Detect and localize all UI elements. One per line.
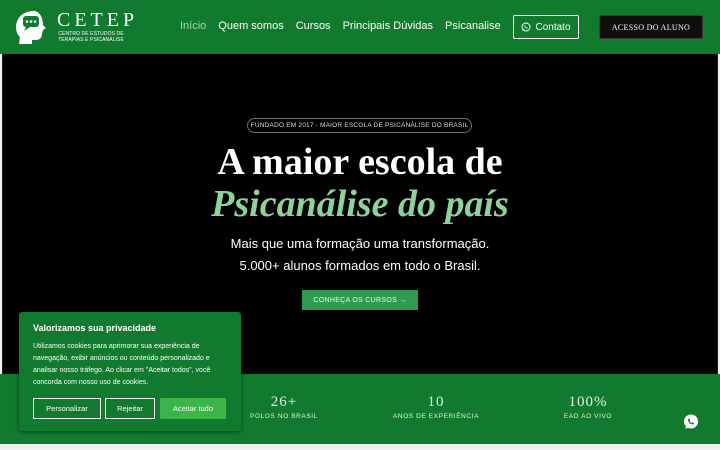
hero-lead-2: 5.000+ alunos formados em todo o Brasil. bbox=[239, 258, 481, 273]
stat-label: EAD AO VIVO bbox=[563, 413, 613, 420]
founded-badge: FUNDADO EM 2017 · MAIOR ESCOLA DE PSICAN… bbox=[247, 118, 472, 133]
whatsapp-icon bbox=[522, 22, 531, 32]
cookie-title: Valorizamos sua privacidade bbox=[33, 323, 157, 333]
cookie-reject-button[interactable]: Rejeitar bbox=[105, 398, 155, 419]
cookie-consent-banner: Valorizamos sua privacidade Utilizamos c… bbox=[19, 312, 241, 431]
logo[interactable]: CETEP CENTRO DE ESTUDOS DE TERAPIAS E PS… bbox=[12, 8, 134, 46]
page-bottom-strip bbox=[0, 444, 720, 450]
cookie-body: Utilizamos cookies para aprimorar sua ex… bbox=[33, 343, 211, 386]
stat-value: 100% bbox=[568, 394, 608, 410]
stat-anos: 10 ANOS DE EXPERIÊNCIA bbox=[376, 394, 496, 420]
top-navbar: CETEP CENTRO DE ESTUDOS DE TERAPIAS E PS… bbox=[0, 0, 720, 54]
nav-item-principais-duvidas[interactable]: Principais Dúvidas bbox=[343, 20, 433, 32]
brand-subtitle: CENTRO DE ESTUDOS DE TERAPIAS E PSICANÁL… bbox=[58, 31, 124, 43]
stat-value: 26+ bbox=[270, 394, 298, 410]
stat-label: ANOS DE EXPERIÊNCIA bbox=[392, 413, 480, 420]
stat-polos: 26+ POLOS NO BRASIL bbox=[224, 394, 344, 420]
stat-label: POLOS NO BRASIL bbox=[250, 413, 318, 420]
hero-title: A maior escola de bbox=[217, 141, 503, 183]
see-courses-button[interactable]: CONHEÇA OS CURSOS → bbox=[302, 290, 418, 310]
nav-item-psicanalise[interactable]: Psicanalise bbox=[445, 20, 501, 32]
contact-label: Contato bbox=[535, 21, 571, 33]
brand-name: CETEP bbox=[57, 9, 139, 31]
chat-widget-button[interactable] bbox=[675, 406, 706, 437]
contact-button[interactable]: Contato bbox=[513, 15, 579, 39]
stat-value: 10 bbox=[427, 394, 445, 410]
nav-item-cursos[interactable]: Cursos bbox=[296, 20, 331, 32]
hero-lead-1: Mais que uma formação uma transformação. bbox=[230, 236, 490, 251]
main-menu: Início Quem somos Cursos Principais Dúvi… bbox=[180, 20, 513, 32]
nav-item-quem-somos[interactable]: Quem somos bbox=[218, 20, 283, 32]
cookie-accept-button[interactable]: Aceitar tudo bbox=[160, 398, 226, 419]
stat-ead: 100% EAD AO VIVO bbox=[528, 394, 648, 420]
hero-title-highlight: Psicanálise do país bbox=[211, 183, 509, 225]
nav-item-inicio[interactable]: Início bbox=[180, 20, 206, 32]
chat-bubble-icon bbox=[683, 414, 698, 429]
cookie-customize-button[interactable]: Personalizar bbox=[33, 398, 101, 419]
student-access-button[interactable]: ACESSO DO ALUNO bbox=[599, 15, 703, 39]
